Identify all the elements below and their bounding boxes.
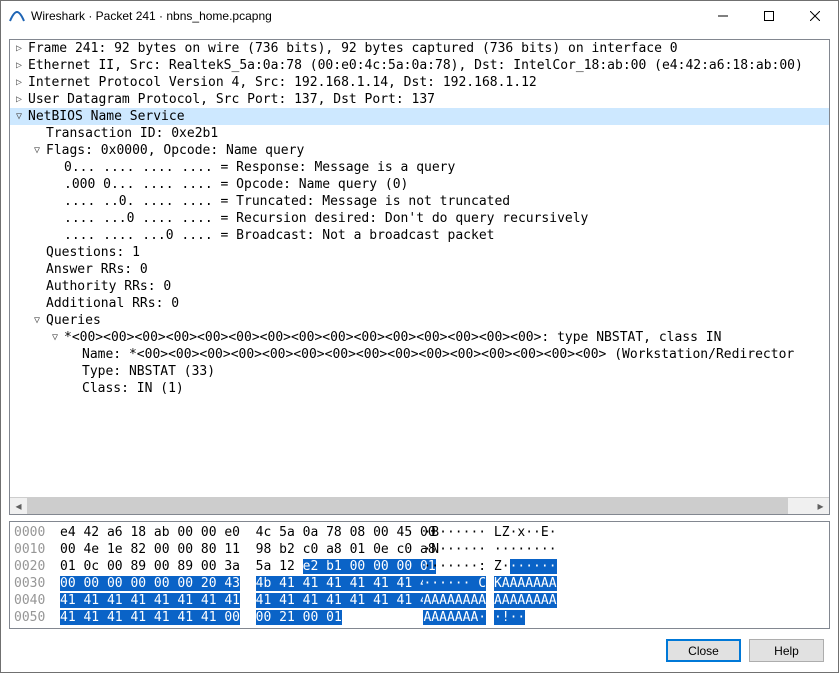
tree-item-flag-rd[interactable]: .... ...0 .... .... = Recursion desired:… [10, 210, 829, 227]
scroll-right-icon[interactable]: ▸ [812, 498, 829, 514]
tree-item-query-entry[interactable]: ▽*<00><00><00><00><00><00><00><00><00><0… [10, 329, 829, 346]
tree-item-query-type[interactable]: Type: NBSTAT (33) [10, 363, 829, 380]
dialog-button-bar: Close Help [9, 635, 830, 664]
expand-icon[interactable]: ▷ [10, 91, 28, 108]
tree-item-queries[interactable]: ▽Queries [10, 312, 829, 329]
hex-row[interactable]: 002001 0c 00 89 00 89 00 3a 5a 12 e2 b1 … [14, 558, 825, 575]
tree-item-nbns[interactable]: ▽NetBIOS Name Service [10, 108, 829, 125]
close-window-button[interactable] [792, 1, 838, 31]
tree-item-answers[interactable]: Answer RRs: 0 [10, 261, 829, 278]
scroll-thumb[interactable] [27, 498, 788, 514]
titlebar: Wireshark · Packet 241 · nbns_home.pcapn… [1, 1, 838, 31]
expand-icon[interactable]: ▷ [10, 40, 28, 57]
hex-row[interactable]: 003000 00 00 00 00 00 20 43 4b 41 41 41 … [14, 575, 825, 592]
tree-item-query-name[interactable]: Name: *<00><00><00><00><00><00><00><00><… [10, 346, 829, 363]
tree-item-ip[interactable]: ▷Internet Protocol Version 4, Src: 192.1… [10, 74, 829, 91]
expand-icon[interactable]: ▷ [10, 57, 28, 74]
tree-item-flag-bc[interactable]: .... .... ...0 .... = Broadcast: Not a b… [10, 227, 829, 244]
minimize-button[interactable] [700, 1, 746, 31]
hex-row[interactable]: 005041 41 41 41 41 41 41 00 00 21 00 01 … [14, 609, 825, 626]
window-controls [700, 1, 838, 31]
tree-item-flags[interactable]: ▽Flags: 0x0000, Opcode: Name query [10, 142, 829, 159]
tree-item-udp[interactable]: ▷User Datagram Protocol, Src Port: 137, … [10, 91, 829, 108]
expand-icon[interactable]: ▷ [10, 74, 28, 91]
tree-item-additional[interactable]: Additional RRs: 0 [10, 295, 829, 312]
content-area: ▷Frame 241: 92 bytes on wire (736 bits),… [1, 31, 838, 672]
maximize-button[interactable] [746, 1, 792, 31]
help-button[interactable]: Help [749, 639, 824, 662]
proto-tree[interactable]: ▷Frame 241: 92 bytes on wire (736 bits),… [10, 40, 829, 497]
tree-item-flag-opcode[interactable]: .000 0... .... .... = Opcode: Name query… [10, 176, 829, 193]
scroll-track[interactable] [27, 498, 812, 514]
horizontal-scrollbar[interactable]: ◂ ▸ [10, 497, 829, 514]
close-button[interactable]: Close [666, 639, 741, 662]
window-title: Wireshark · Packet 241 · nbns_home.pcapn… [31, 9, 700, 23]
tree-item-eth[interactable]: ▷Ethernet II, Src: RealtekS_5a:0a:78 (00… [10, 57, 829, 74]
hex-row[interactable]: 004041 41 41 41 41 41 41 41 41 41 41 41 … [14, 592, 825, 609]
hex-row[interactable]: 001000 4e 1e 82 00 00 80 11 98 b2 c0 a8 … [14, 541, 825, 558]
hex-row[interactable]: 0000e4 42 a6 18 ab 00 00 e0 4c 5a 0a 78 … [14, 524, 825, 541]
tree-item-questions[interactable]: Questions: 1 [10, 244, 829, 261]
tree-item-authority[interactable]: Authority RRs: 0 [10, 278, 829, 295]
tree-item-flag-trunc[interactable]: .... ..0. .... .... = Truncated: Message… [10, 193, 829, 210]
wireshark-icon [9, 8, 25, 24]
scroll-left-icon[interactable]: ◂ [10, 498, 27, 514]
tree-item-flag-response[interactable]: 0... .... .... .... = Response: Message … [10, 159, 829, 176]
collapse-icon[interactable]: ▽ [28, 142, 46, 159]
collapse-icon[interactable]: ▽ [28, 312, 46, 329]
hex-dump-panel[interactable]: 0000e4 42 a6 18 ab 00 00 e0 4c 5a 0a 78 … [9, 521, 830, 629]
proto-tree-panel: ▷Frame 241: 92 bytes on wire (736 bits),… [9, 39, 830, 515]
collapse-icon[interactable]: ▽ [46, 329, 64, 346]
packet-dialog: Wireshark · Packet 241 · nbns_home.pcapn… [0, 0, 839, 673]
tree-item-query-class[interactable]: Class: IN (1) [10, 380, 829, 397]
tree-item-frame[interactable]: ▷Frame 241: 92 bytes on wire (736 bits),… [10, 40, 829, 57]
tree-item-txid[interactable]: Transaction ID: 0xe2b1 [10, 125, 829, 142]
collapse-icon[interactable]: ▽ [10, 108, 28, 125]
